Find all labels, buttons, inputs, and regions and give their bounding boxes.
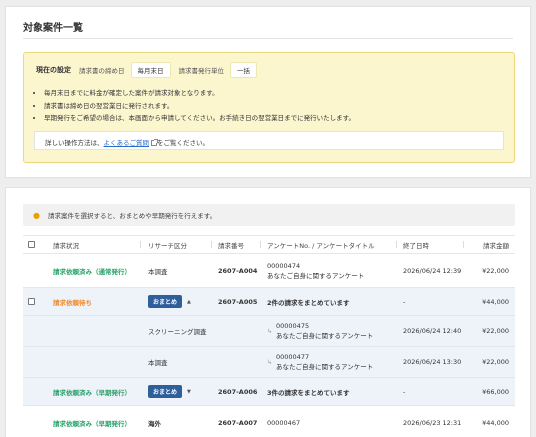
header-invoice: 請求番号 <box>218 241 244 250</box>
target-cases-card: 対象案件一覧 現在の設定 請求書の締め日 毎月末日 請求書発行単位 一括 毎月末… <box>5 6 531 178</box>
group-toggle[interactable]: おまとめ ▲ <box>148 288 191 315</box>
bundle-summary: 3件の請求をまとめています <box>267 388 350 397</box>
select-all-checkbox[interactable] <box>28 241 35 248</box>
page-title: 対象案件一覧 <box>23 23 83 34</box>
status-label: 請求依頼待ち <box>53 298 92 307</box>
settings-label: 現在の設定 <box>36 66 71 74</box>
bundle-badge: おまとめ <box>148 295 183 308</box>
header-survey: アンケートNo. / アンケートタイトル <box>267 241 375 250</box>
invoice-number: 2607-A004 <box>218 266 258 275</box>
survey-cell: ↳ 00000477 あなたご自身に関するアンケート <box>267 347 373 377</box>
help-box: 詳しい操作方法は、よくあるご質問 をご覧ください。 <box>34 131 504 150</box>
table-header: 請求状況 リサーチ区分 請求番号 アンケートNo. / アンケートタイトル 終了… <box>23 235 515 254</box>
end-date: 2026/06/24 12:40 <box>403 327 462 335</box>
header-divider <box>140 241 141 248</box>
hint-text: 請求案件を選択すると、おまとめや早期発行を行えます。 <box>48 212 217 220</box>
invoice-number: 2607-A007 <box>218 419 258 427</box>
survey-title: あなたご自身に関するアンケート <box>276 363 374 371</box>
survey-number: 00000467 <box>267 419 301 427</box>
chevron-down-icon[interactable]: ▼ <box>187 389 191 395</box>
table-row[interactable]: 請求依頼済み（通常発行） 本調査 2607-A004 00000474 あなたご… <box>23 254 515 288</box>
amount: ¥44,000 <box>482 297 509 306</box>
survey-number: 00000474 <box>267 261 301 270</box>
invoice-list-card: ● 請求案件を選択すると、おまとめや早期発行を行えます。 請求状況 リサーチ区分… <box>5 187 531 437</box>
research-type: 本調査 <box>148 267 168 276</box>
settings-notice: 現在の設定 請求書の締め日 毎月末日 請求書発行単位 一括 毎月末日までに料金が… <box>23 52 515 163</box>
issue-unit-label: 請求書発行単位 <box>178 67 225 75</box>
table-row[interactable]: 請求依頼待ち おまとめ ▲ 2607-A005 2件の請求をまとめています - … <box>23 288 515 316</box>
amount: ¥22,000 <box>482 266 509 275</box>
close-day-value: 毎月末日 <box>130 62 171 78</box>
row-select-cell[interactable] <box>28 288 35 315</box>
status-label: 請求依頼済み（早期発行） <box>53 388 131 397</box>
research-type: スクリーニング調査 <box>148 328 207 336</box>
header-divider <box>463 241 464 248</box>
header-divider <box>211 241 212 248</box>
amount: ¥44,000 <box>482 419 509 427</box>
note-item: 請求書は締め日の翌営業日に発行されます。 <box>44 100 355 113</box>
survey-title: あなたご自身に関するアンケート <box>276 332 374 340</box>
amount: ¥66,000 <box>482 387 509 396</box>
table-row[interactable]: 請求依頼済み（早期発行） おまとめ ▼ 2607-A006 3件の請求をまとめて… <box>23 378 515 406</box>
external-link-icon <box>151 139 158 146</box>
group-toggle[interactable]: おまとめ ▼ <box>148 378 191 405</box>
header-end-date: 終了日時 <box>403 241 429 250</box>
status-label: 請求依頼済み（早期発行） <box>53 420 131 428</box>
survey-info: 00000477 あなたご自身に関するアンケート <box>276 352 373 372</box>
bundle-badge: おまとめ <box>148 385 183 398</box>
survey-number: 00000477 <box>276 353 310 361</box>
research-type: 本調査 <box>148 359 168 367</box>
invoice-number: 2607-A006 <box>218 387 258 396</box>
select-all-cell[interactable] <box>28 236 35 253</box>
help-suffix: をご覧ください。 <box>157 139 209 147</box>
lightbulb-icon: ● <box>33 210 40 220</box>
header-amount: 請求金額 <box>483 241 509 250</box>
status-label: 請求依頼済み（通常発行） <box>53 267 131 276</box>
end-date: 2026/06/24 13:30 <box>403 358 462 366</box>
table-row[interactable]: 請求依頼済み（早期発行） 海外 2607-A007 00000467 2026/… <box>23 406 515 437</box>
survey-cell: ↳ 00000475 あなたご自身に関するアンケート <box>267 316 373 346</box>
end-date: - <box>403 387 406 396</box>
survey-number: 00000475 <box>276 322 310 330</box>
survey-info: 00000475 あなたご自身に関するアンケート <box>276 321 373 341</box>
notes-list: 毎月末日までに料金が確定した案件が請求対象となります。 請求書は締め日の翌営業日… <box>44 87 355 125</box>
amount: ¥22,000 <box>482 327 509 335</box>
row-checkbox[interactable] <box>28 298 35 305</box>
end-date: 2026/06/23 12:31 <box>403 419 462 427</box>
indent-arrow-icon: ↳ <box>267 327 273 335</box>
bundle-summary: 2件の請求をまとめています <box>267 298 350 307</box>
header-divider <box>396 241 397 248</box>
research-type: 海外 <box>148 420 161 428</box>
survey-cell: 00000467 <box>267 406 300 437</box>
close-day-label: 請求書の締め日 <box>79 67 125 75</box>
survey-cell: 00000474 あなたご自身に関するアンケート <box>267 254 364 287</box>
title-divider <box>23 38 513 39</box>
help-prefix: 詳しい操作方法は、 <box>45 139 104 147</box>
chevron-up-icon[interactable]: ▲ <box>187 299 191 305</box>
end-date: 2026/06/24 12:39 <box>403 266 462 275</box>
end-date: - <box>403 297 406 306</box>
header-status: 請求状況 <box>53 241 79 250</box>
invoice-table: 請求状況 リサーチ区分 請求番号 アンケートNo. / アンケートタイトル 終了… <box>23 235 515 437</box>
current-settings: 現在の設定 請求書の締め日 毎月末日 請求書発行単位 一括 <box>36 62 265 78</box>
selection-hint: ● 請求案件を選択すると、おまとめや早期発行を行えます。 <box>23 204 515 226</box>
faq-link[interactable]: よくあるご質問 <box>104 139 150 147</box>
table-row: スクリーニング調査 ↳ 00000475 あなたご自身に関するアンケート 202… <box>23 316 515 347</box>
table-row: 本調査 ↳ 00000477 あなたご自身に関するアンケート 2026/06/2… <box>23 347 515 378</box>
survey-title: あなたご自身に関するアンケート <box>267 271 365 280</box>
issue-unit-value: 一括 <box>230 62 257 78</box>
indent-arrow-icon: ↳ <box>267 358 273 366</box>
header-divider <box>260 241 261 248</box>
note-item: 毎月末日までに料金が確定した案件が請求対象となります。 <box>44 87 355 100</box>
note-item: 早期発行をご希望の場合は、本画面から申請してください。お手続き日の翌営業日までに… <box>44 112 355 125</box>
header-type: リサーチ区分 <box>148 241 187 250</box>
invoice-number: 2607-A005 <box>218 297 258 306</box>
amount: ¥22,000 <box>482 358 509 366</box>
